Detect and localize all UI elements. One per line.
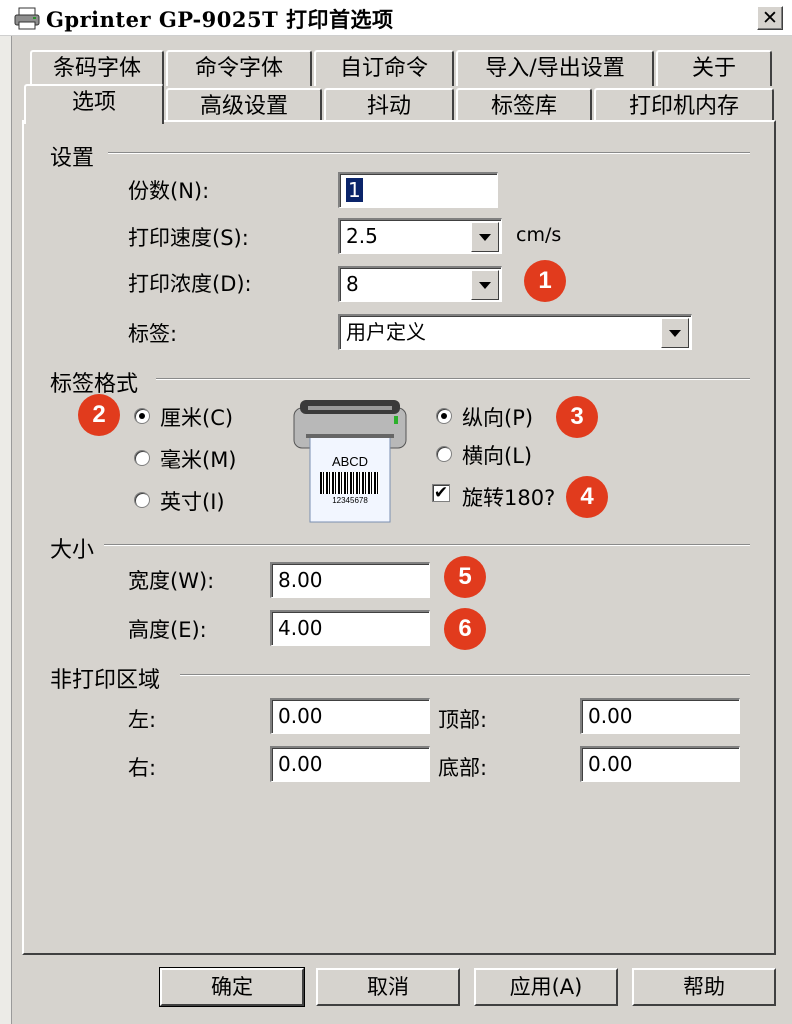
preview-barcode [320,472,380,494]
annotation-badge-4: 4 [566,476,608,518]
unit-cm-radio[interactable] [134,408,150,424]
copies-input[interactable]: 1 [338,172,498,208]
top-margin-label: 顶部: [438,708,488,732]
tab-advanced[interactable]: 高级设置 [166,88,322,124]
label-format-divider [156,378,750,380]
tab-command-font[interactable]: 命令字体 [166,50,312,86]
annotation-badge-5: 5 [444,556,486,598]
tab-about[interactable]: 关于 [656,50,772,86]
unit-mm-radio[interactable] [134,450,150,466]
tab-dithering[interactable]: 抖动 [324,88,454,124]
orientation-portrait-radio[interactable] [436,408,452,424]
density-dropdown-arrow-icon[interactable] [471,270,499,300]
bottom-margin-label: 底部: [438,756,488,780]
speed-value: 2.5 [346,224,378,248]
apply-button[interactable]: 应用(A) [474,968,618,1006]
tab-import-export[interactable]: 导入/导出设置 [456,50,654,86]
density-label: 打印浓度(D): [128,272,252,296]
unit-inch-label[interactable]: 英寸(I) [160,486,225,516]
speed-dropdown-arrow-icon[interactable] [471,222,499,252]
label-type-label: 标签: [128,322,178,346]
rotate-label[interactable]: 旋转180? [462,482,555,512]
width-input[interactable]: 8.00 [270,562,430,598]
top-margin-input[interactable]: 0.00 [580,698,740,734]
right-margin-label: 右: [128,756,157,780]
orientation-landscape-label[interactable]: 横向(L) [462,440,532,470]
label-type-dropdown-arrow-icon[interactable] [661,318,689,348]
printer-icon [14,7,40,30]
annotation-badge-6: 6 [444,608,486,650]
label-format-legend: 标签格式 [50,372,139,397]
label-preview: ABCD 12345678 [290,396,410,524]
right-margin-input[interactable]: 0.00 [270,746,430,782]
left-margin-input[interactable]: 0.00 [270,698,430,734]
tab-barcode-font[interactable]: 条码字体 [30,50,164,86]
size-divider [104,544,750,546]
preview-code: 12345678 [332,496,368,505]
speed-unit: cm/s [516,224,562,246]
close-button[interactable]: ✕ [757,6,783,30]
cancel-button[interactable]: 取消 [316,968,460,1006]
preview-text: ABCD [331,454,369,469]
settings-divider [108,152,750,154]
speed-select[interactable]: 2.5 [338,218,502,254]
rotate-checkbox[interactable]: ✔ [432,484,450,502]
non-print-area-legend: 非打印区域 [50,668,161,693]
height-label: 高度(E): [128,618,207,642]
label-type-value: 用户定义 [346,320,426,344]
label-type-select[interactable]: 用户定义 [338,314,692,350]
settings-legend: 设置 [50,146,95,171]
density-value: 8 [346,272,359,296]
speed-label: 打印速度(S): [128,226,249,250]
unit-inch-radio[interactable] [134,492,150,508]
tab-label-library[interactable]: 标签库 [456,88,592,124]
window-title: Gprinter GP-9025T 打印首选项 [46,7,394,32]
left-margin-label: 左: [128,708,157,732]
orientation-portrait-label[interactable]: 纵向(P) [462,402,533,432]
background-window-edge [0,36,12,1024]
orientation-landscape-radio[interactable] [436,446,452,462]
height-input[interactable]: 4.00 [270,610,430,646]
width-label: 宽度(W): [128,569,215,593]
unit-mm-label[interactable]: 毫米(M) [160,444,237,474]
annotation-badge-3: 3 [556,396,598,438]
unit-cm-label[interactable]: 厘米(C) [160,402,233,432]
non-print-area-divider [180,674,750,676]
tab-printer-memory[interactable]: 打印机内存 [594,88,774,124]
density-select[interactable]: 8 [338,266,502,302]
annotation-badge-1: 1 [524,260,566,302]
size-legend: 大小 [50,538,95,563]
bottom-margin-input[interactable]: 0.00 [580,746,740,782]
copies-label: 份数(N): [128,179,210,203]
help-button[interactable]: 帮助 [632,968,776,1006]
ok-button[interactable]: 确定 [159,967,305,1007]
tab-options[interactable]: 选项 [24,84,164,124]
title-bar: Gprinter GP-9025T 打印首选项 ✕ [0,0,792,36]
annotation-badge-2: 2 [78,394,120,436]
tab-custom-command[interactable]: 自订命令 [314,50,454,86]
copies-value: 1 [346,178,363,202]
